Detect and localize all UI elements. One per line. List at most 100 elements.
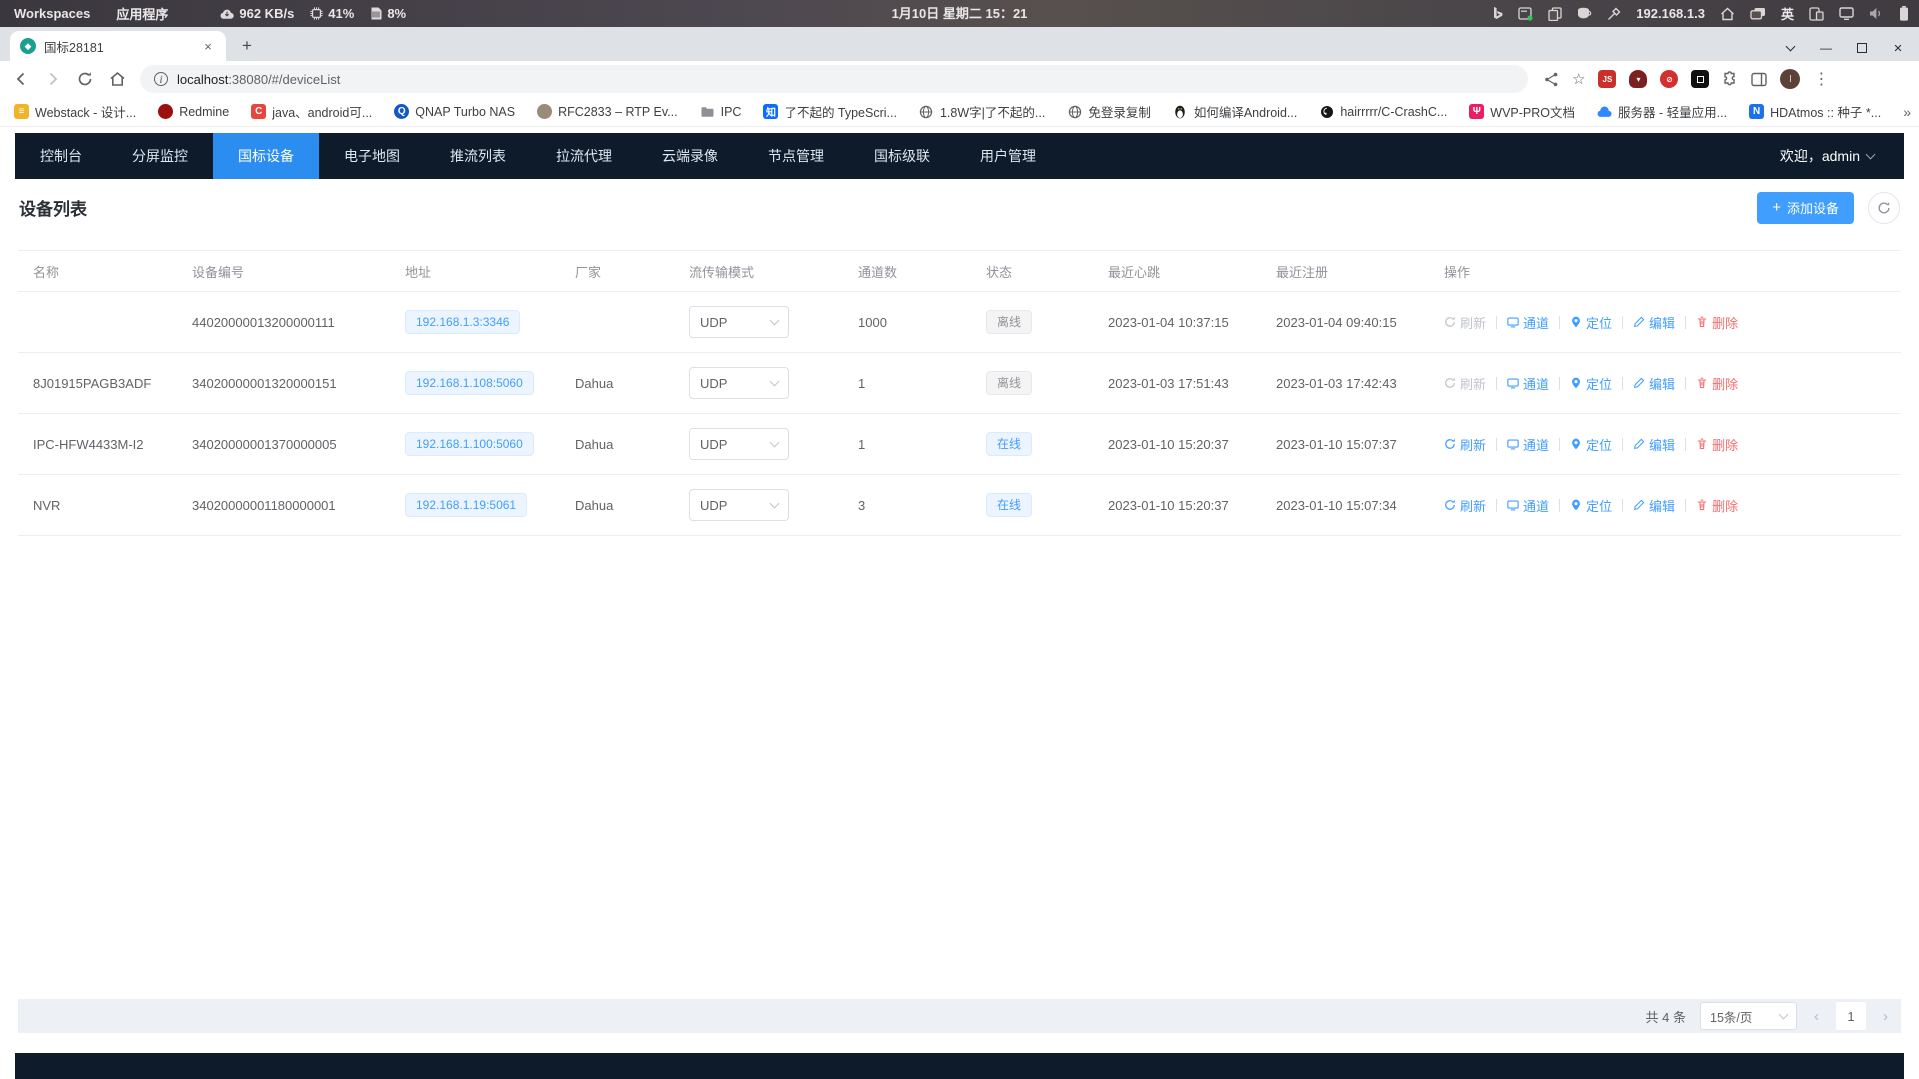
browser-menu-kebab-icon[interactable]: ⋮ [1813,69,1829,89]
stream-mode-select[interactable]: UDP [689,428,789,460]
phone-link-icon[interactable] [1809,7,1824,21]
refresh-list-button[interactable] [1868,192,1900,224]
extensions-puzzle-icon[interactable] [1722,71,1738,87]
add-device-button[interactable]: + 添加设备 [1757,192,1854,224]
nav-item-8[interactable]: 国标级联 [849,133,955,179]
bookmark-star-icon[interactable]: ☆ [1572,70,1585,88]
clipboard-tray-icon[interactable] [1548,7,1562,21]
bookmark-item[interactable]: hairrrrr/C-CrashC... [1319,104,1447,119]
refresh-action[interactable]: 刷新 [1444,435,1486,454]
channels-action[interactable]: 通道 [1507,313,1549,332]
tab-search-chevron-icon[interactable] [1783,41,1797,55]
bookmark-item[interactable]: ΨWVP-PRO文档 [1469,102,1575,121]
home-tray-icon[interactable] [1720,7,1735,21]
bookmark-item[interactable]: RFC2833 – RTP Ev... [537,104,678,119]
bookmarks-overflow-chevron-icon[interactable]: » [1903,104,1915,120]
nav-item-1[interactable]: 分屏监控 [107,133,213,179]
user-menu[interactable]: 欢迎，admin [1780,146,1874,166]
new-tab-button[interactable]: + [234,33,260,59]
delete-action[interactable]: 删除 [1696,435,1738,454]
delete-action[interactable]: 删除 [1696,496,1738,515]
ext-blocker-icon[interactable]: ⊘ [1660,70,1678,88]
input-method-indicator[interactable]: 英 [1781,4,1794,23]
ext-mask-icon[interactable]: ▾ [1629,70,1647,88]
stream-mode-select[interactable]: UDP [689,489,789,521]
address-tag[interactable]: 192.168.1.19:5061 [405,493,527,517]
nav-item-9[interactable]: 用户管理 [955,133,1061,179]
delete-action[interactable]: 删除 [1696,374,1738,393]
edit-action[interactable]: 编辑 [1633,496,1675,515]
side-panel-icon[interactable] [1751,72,1767,87]
ext-js-icon[interactable]: JS [1598,70,1616,88]
home-icon[interactable] [104,66,130,92]
edit-action[interactable]: 编辑 [1633,313,1675,332]
close-window-icon[interactable]: × [1891,41,1905,55]
applications-button[interactable]: 应用程序 [116,4,168,23]
edit-action[interactable]: 编辑 [1633,435,1675,454]
address-tag[interactable]: 192.168.1.3:3346 [405,310,520,334]
locate-action[interactable]: 定位 [1570,374,1612,393]
current-page-button[interactable]: 1 [1836,1002,1866,1030]
restore-window-icon[interactable] [1855,41,1869,55]
locate-action[interactable]: 定位 [1570,496,1612,515]
minimize-window-icon[interactable]: — [1819,41,1833,55]
ext-screenshot-icon[interactable] [1691,70,1709,88]
bookmark-item[interactable]: 如何编译Android... [1173,102,1298,121]
stream-mode-select[interactable]: UDP [689,367,789,399]
address-tag[interactable]: 192.168.1.100:5060 [405,432,534,456]
battery-icon[interactable] [1899,6,1909,21]
display-tray-icon[interactable] [1839,7,1854,20]
channels-action[interactable]: 通道 [1507,496,1549,515]
browser-tab[interactable]: ◆ 国标28181 × [10,31,226,61]
prev-page-button[interactable]: ‹ [1811,1008,1822,1025]
bookmark-item[interactable]: ≡Webstack - 设计... [14,102,136,121]
volume-muted-icon[interactable] [1869,7,1884,20]
share-icon[interactable] [1544,72,1559,87]
bookmark-item[interactable]: IPC [700,104,742,119]
reload-icon[interactable] [72,66,98,92]
channels-action[interactable]: 通道 [1507,374,1549,393]
channels-action[interactable]: 通道 [1507,435,1549,454]
back-icon[interactable] [8,66,34,92]
letter-c-icon: C [251,104,266,119]
bing-tray-icon[interactable] [1493,7,1503,21]
forward-icon[interactable] [40,66,66,92]
app-footer-bar [15,1053,1904,1079]
address-tag[interactable]: 192.168.1.108:5060 [405,371,534,395]
profile-avatar[interactable]: I [1780,69,1800,89]
delete-action[interactable]: 删除 [1696,313,1738,332]
nav-item-5[interactable]: 拉流代理 [531,133,637,179]
nav-item-7[interactable]: 节点管理 [743,133,849,179]
locate-action[interactable]: 定位 [1570,435,1612,454]
address-bar[interactable]: i localhost:38080/#/deviceList [140,65,1528,93]
edit-action[interactable]: 编辑 [1633,374,1675,393]
stream-mode-select[interactable]: UDP [689,306,789,338]
nav-item-0[interactable]: 控制台 [15,133,107,179]
ip-address-indicator[interactable]: 192.168.1.3 [1636,6,1705,21]
workspaces-button[interactable]: Workspaces [14,6,90,21]
clock[interactable]: 1月10日 星期二 15：21 [892,0,1028,27]
bookmark-item[interactable]: 知了不起的 TypeScri... [763,102,897,121]
next-page-button[interactable]: › [1880,1008,1891,1025]
bookmark-label: HDAtmos :: 种子 *... [1770,102,1881,121]
bookmark-item[interactable]: 免登录复制 [1067,102,1151,121]
nav-item-2[interactable]: 国标设备 [213,133,319,179]
bookmark-item[interactable]: QQNAP Turbo NAS [394,104,515,119]
bookmark-item[interactable]: Cjava、android可... [251,102,372,121]
site-info-icon[interactable]: i [154,72,168,86]
bookmark-item[interactable]: 1.8W字|了不起的... [919,102,1045,121]
tab-close-icon[interactable]: × [200,38,216,54]
workspace-switcher-icon[interactable] [1750,7,1766,20]
nav-item-6[interactable]: 云端录像 [637,133,743,179]
page-size-select[interactable]: 15条/页 [1700,1002,1797,1030]
refresh-action[interactable]: 刷新 [1444,496,1486,515]
bookmark-item[interactable]: NHDAtmos :: 种子 *... [1749,102,1881,121]
bookmark-item[interactable]: Redmine [158,104,229,119]
nav-item-4[interactable]: 推流列表 [425,133,531,179]
app-window-tray-icon[interactable] [1518,7,1533,21]
locate-action[interactable]: 定位 [1570,313,1612,332]
color-picker-tray-icon[interactable] [1607,7,1621,21]
nav-item-3[interactable]: 电子地图 [319,133,425,179]
coffee-tray-icon[interactable] [1577,7,1592,20]
bookmark-item[interactable]: 服务器 - 轻量应用... [1597,102,1727,121]
